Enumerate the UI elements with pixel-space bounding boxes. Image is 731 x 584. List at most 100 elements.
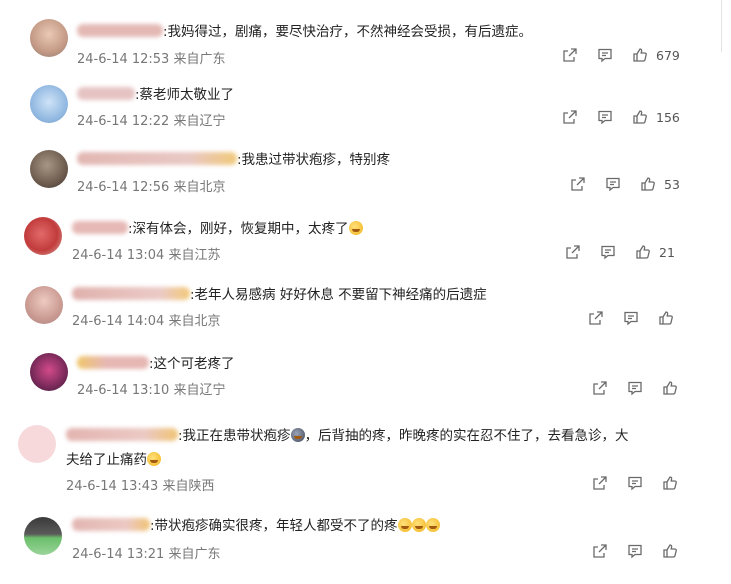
tears-of-joy-emoji-icon: [397, 518, 412, 532]
username-blurred[interactable]: [72, 518, 150, 531]
comment-item: :这个可老疼了 24-6-14 13:10 来自辽宁: [0, 342, 721, 408]
thumbs-up-icon[interactable]: [630, 107, 650, 127]
comment-date: 24-6-14 12:56: [77, 180, 170, 195]
comment-icon[interactable]: [603, 174, 623, 194]
thumbs-up-icon[interactable]: [630, 45, 650, 65]
scroll-edge: [721, 0, 731, 52]
comment-meta: 24-6-14 13:21 来自广东: [72, 543, 221, 562]
tears-of-joy-emoji-icon: [411, 518, 426, 532]
comment-location: 来自辽宁: [173, 383, 226, 398]
comment-meta: 24-6-14 14:04 来自北京: [72, 310, 221, 329]
sad-emoji-icon: [147, 452, 161, 466]
comment-icon[interactable]: [625, 378, 645, 398]
comment-date: 24-6-14 13:21: [72, 547, 165, 562]
avatar[interactable]: [24, 517, 62, 555]
share-icon[interactable]: [568, 174, 588, 194]
username-blurred[interactable]: [77, 356, 149, 369]
comment-text-continued: 夫给了止痛药: [66, 452, 147, 468]
username-blurred[interactable]: [77, 152, 237, 165]
thumbs-up-icon[interactable]: [633, 242, 653, 262]
comment-actions: [590, 541, 686, 561]
comment-item: :带状疱疹确实很疼，年轻人都受不了的疼 24-6-14 13:21 来自广东: [0, 506, 721, 584]
share-icon[interactable]: [590, 378, 610, 398]
comment-meta: 24-6-14 12:53 来自广东: [77, 48, 226, 67]
username-blurred[interactable]: [66, 428, 178, 441]
comment-item: :深有体会，刚好，恢复期中，太疼了 24-6-14 13:04 来自江苏 21: [0, 204, 721, 276]
tears-of-joy-emoji-icon: [425, 518, 440, 532]
comment-item: :老年人易感病 好好休息 不要留下神经痛的后遗症 24-6-14 14:04 来…: [0, 276, 721, 342]
share-icon[interactable]: [590, 473, 610, 493]
comment-location: 来自广东: [173, 52, 226, 67]
comment-date: 24-6-14 13:43: [66, 479, 159, 494]
avatar[interactable]: [24, 217, 62, 255]
comment-meta: 24-6-14 13:10 来自辽宁: [77, 379, 226, 398]
crying-emoji-icon: [348, 221, 363, 235]
avatar[interactable]: [30, 150, 68, 188]
username-blurred[interactable]: [72, 221, 128, 234]
thumbs-up-icon[interactable]: [660, 473, 680, 493]
comment-meta: 24-6-14 12:56 来自北京: [77, 176, 226, 195]
comment-text-continued: ，后背抽的疼，昨晚疼的实在忍不住了，去看急诊，大: [304, 428, 629, 444]
comment-meta: 24-6-14 12:22 来自辽宁: [77, 110, 226, 129]
comment-actions: [590, 378, 686, 398]
comment-date: 24-6-14 12:53: [77, 52, 170, 67]
like-count: 156: [656, 109, 680, 125]
comment-item: :蔡老师太敬业了 24-6-14 12:22 来自辽宁 156: [0, 70, 721, 136]
avatar[interactable]: [30, 353, 68, 391]
username-blurred[interactable]: [72, 287, 190, 300]
comment-actions: [586, 308, 682, 328]
comment-location: 来自北京: [168, 314, 221, 329]
avatar[interactable]: [18, 425, 56, 463]
comment-icon[interactable]: [625, 541, 645, 561]
share-icon[interactable]: [586, 308, 606, 328]
comment-text: :我妈得过，剧痛，要尽快治疗，不然神经会受损，有后遗症。: [163, 24, 533, 40]
comment-actions: 679: [560, 45, 680, 65]
comment-text: :我正在患带状疱疹: [178, 428, 291, 444]
comment-actions: 21: [563, 242, 675, 262]
comment-item: :我妈得过，剧痛，要尽快治疗，不然神经会受损，有后遗症。 24-6-14 12:…: [0, 0, 721, 70]
comment-text: :我患过带状疱疹，特别疼: [237, 152, 391, 168]
like-count: 53: [664, 176, 680, 192]
thumbs-up-icon[interactable]: [660, 541, 680, 561]
comment-text: :这个可老疼了: [149, 356, 235, 372]
comment-location: 来自广东: [168, 547, 221, 562]
avatar[interactable]: [25, 286, 63, 324]
thumbs-up-icon[interactable]: [660, 378, 680, 398]
comment-meta: 24-6-14 13:04 来自江苏: [72, 244, 221, 263]
comment-icon[interactable]: [625, 473, 645, 493]
crying-emoji-icon: [290, 428, 305, 442]
comment-actions: 156: [560, 107, 680, 127]
comment-meta: 24-6-14 13:43 来自陕西: [66, 475, 215, 494]
comment-location: 来自陕西: [162, 479, 215, 494]
comment-text: :深有体会，刚好，恢复期中，太疼了: [128, 221, 349, 237]
share-icon[interactable]: [590, 541, 610, 561]
comment-actions: [590, 473, 686, 493]
comment-icon[interactable]: [595, 45, 615, 65]
comment-icon[interactable]: [595, 107, 615, 127]
comment-location: 来自辽宁: [173, 114, 226, 129]
thumbs-up-icon[interactable]: [638, 174, 658, 194]
comment-icon[interactable]: [598, 242, 618, 262]
avatar[interactable]: [30, 85, 68, 123]
comment-date: 24-6-14 13:10: [77, 383, 170, 398]
share-icon[interactable]: [560, 45, 580, 65]
comment-location: 来自江苏: [168, 248, 221, 263]
username-blurred[interactable]: [77, 87, 135, 100]
comment-date: 24-6-14 14:04: [72, 314, 165, 329]
like-count: 21: [659, 244, 675, 260]
share-icon[interactable]: [560, 107, 580, 127]
comment-text: :蔡老师太敬业了: [135, 87, 235, 103]
comment-actions: 53: [568, 174, 680, 194]
thumbs-up-icon[interactable]: [656, 308, 676, 328]
comment-date: 24-6-14 13:04: [72, 248, 165, 263]
username-blurred[interactable]: [77, 24, 163, 37]
comment-date: 24-6-14 12:22: [77, 114, 170, 129]
comment-item: :我患过带状疱疹，特别疼 24-6-14 12:56 来自北京 53: [0, 136, 721, 204]
comment-text: :老年人易感病 好好休息 不要留下神经痛的后遗症: [190, 287, 487, 303]
comment-location: 来自北京: [173, 180, 226, 195]
comment-item: :我正在患带状疱疹 ，后背抽的疼，昨晚疼的实在忍不住了，去看急诊，大 夫给了止痛药…: [0, 408, 721, 506]
like-count: 679: [656, 47, 680, 63]
comment-icon[interactable]: [621, 308, 641, 328]
share-icon[interactable]: [563, 242, 583, 262]
avatar[interactable]: [30, 19, 68, 57]
